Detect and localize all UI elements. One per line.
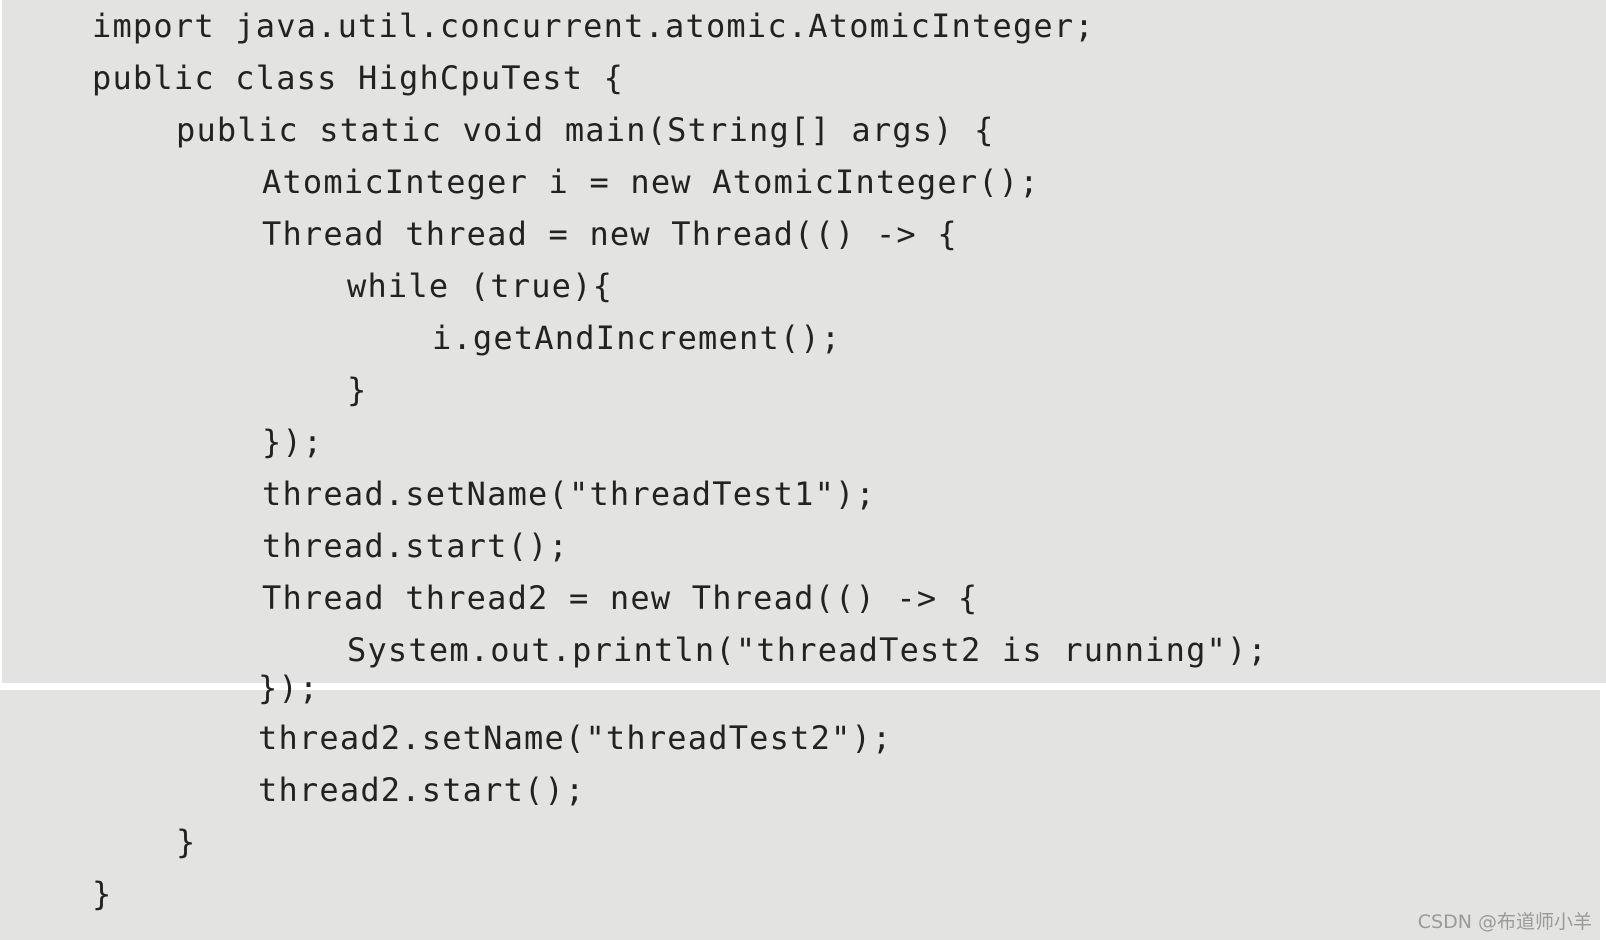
code-line-class-close: } xyxy=(92,875,113,913)
code-line-thread2-create: Thread thread2 = new Thread(() -> { xyxy=(262,579,979,617)
code-line-while-close: } xyxy=(347,371,368,409)
watermark-text: CSDN @布道师小羊 xyxy=(1417,911,1592,933)
code-line-import: import java.util.concurrent.atomic.Atomi… xyxy=(92,7,1095,45)
code-line-lambda-close: }); xyxy=(262,423,324,461)
code-line-set-name-2: thread2.setName("threadTest2"); xyxy=(258,719,893,757)
code-line-thread-create: Thread thread = new Thread(() -> { xyxy=(262,215,958,253)
code-line-method-close: } xyxy=(176,823,197,861)
code-line-while-loop: while (true){ xyxy=(347,267,614,305)
code-line-start-2: thread2.start(); xyxy=(258,771,586,809)
code-line-main-method: public static void main(String[] args) { xyxy=(176,111,995,149)
code-line-lambda2-close: }); xyxy=(258,669,320,707)
code-line-println: System.out.println("threadTest2 is runni… xyxy=(347,631,1268,669)
code-line-set-name-1: thread.setName("threadTest1"); xyxy=(262,475,876,513)
code-figure: import java.util.concurrent.atomic.Atomi… xyxy=(0,0,1606,940)
code-line-start-1: thread.start(); xyxy=(262,527,569,565)
code-line-increment: i.getAndIncrement(); xyxy=(432,319,842,357)
code-line-class-declaration: public class HighCpuTest { xyxy=(92,59,625,97)
code-line-atomic-integer: AtomicInteger i = new AtomicInteger(); xyxy=(262,163,1040,201)
